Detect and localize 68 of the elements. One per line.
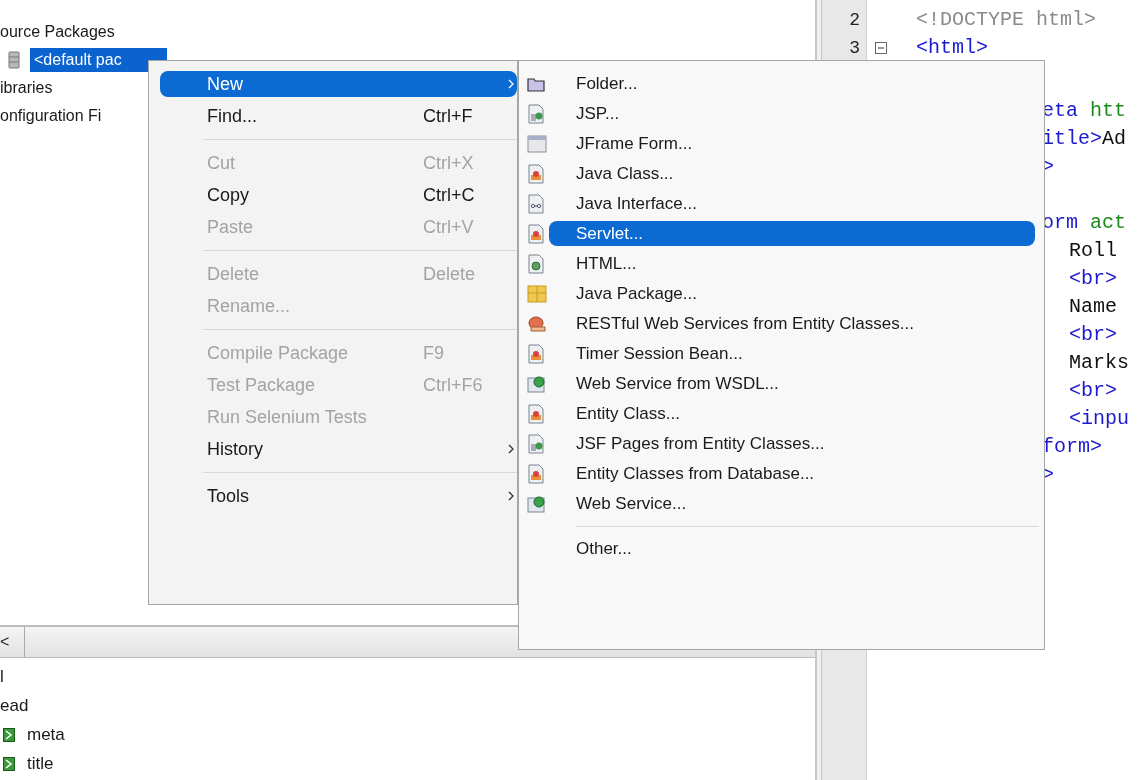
menu-item[interactable]: Timer Session Bean... [523, 341, 1035, 366]
shortcut-label: F9 [423, 342, 444, 364]
class-file-icon [527, 343, 545, 364]
element-icon [3, 756, 15, 771]
interface-file-icon [527, 193, 545, 214]
code-line: Roll [1069, 238, 1118, 264]
package-icon [8, 51, 20, 69]
menu-item[interactable]: Web Service from WSDL... [523, 371, 1035, 396]
menu-item[interactable]: History [160, 436, 517, 462]
menu-item[interactable]: Other... [523, 536, 1035, 561]
menu-item[interactable]: Find... Ctrl+F [160, 103, 517, 129]
menu-item[interactable]: RESTful Web Services from Entity Classes... [523, 311, 1035, 336]
class-file-icon [527, 163, 545, 184]
navigator-item[interactable]: meta [27, 724, 65, 745]
code-line: Marks [1069, 350, 1130, 376]
globe-icon [527, 374, 547, 393]
html-file-icon [527, 253, 545, 274]
window-icon [527, 134, 547, 153]
menu-item[interactable]: JFrame Form... [523, 131, 1035, 156]
globe-icon [527, 494, 547, 513]
tree-item[interactable]: ibraries [0, 77, 57, 99]
scroll-left-button[interactable]: < [0, 627, 25, 657]
menu-item[interactable]: Java Interface... [523, 191, 1035, 216]
code-line: form> [1042, 434, 1103, 460]
menu-item[interactable]: New [160, 71, 517, 97]
menu-item[interactable]: Copy Ctrl+C [160, 182, 517, 208]
class-file-icon [527, 223, 545, 244]
code-line: <!DOCTYPE html> [915, 7, 1098, 33]
menu-item[interactable]: Java Class... [523, 161, 1035, 186]
shortcut-label: Ctrl+V [423, 216, 474, 238]
menu-item[interactable]: Java Package... [523, 281, 1035, 306]
code-line: <html> [915, 35, 989, 61]
shortcut-label: Ctrl+F [423, 105, 473, 127]
code-line: Name [1069, 294, 1118, 320]
line-number: 3 [848, 37, 861, 60]
code-line: itle>Ad [1042, 126, 1128, 152]
menu-item[interactable]: JSF Pages from Entity Classes... [523, 431, 1035, 456]
menu-item[interactable]: HTML... [523, 251, 1035, 276]
element-icon [3, 727, 15, 742]
code-line: <br> [1069, 322, 1118, 348]
package-icon [527, 284, 547, 303]
tree-item[interactable]: onfiguration Fi [0, 105, 106, 127]
code-line: <br> [1069, 378, 1118, 404]
tree-item[interactable]: <default pac [30, 48, 167, 72]
class-file-icon [527, 403, 545, 424]
menu-item[interactable]: Folder... [523, 71, 1035, 96]
shortcut-label: Ctrl+C [423, 184, 475, 206]
folder-icon [527, 75, 545, 92]
navigator-item[interactable]: ead [0, 695, 29, 716]
document-icon [527, 103, 545, 124]
menu-item[interactable]: Entity Class... [523, 401, 1035, 426]
shortcut-label: Ctrl+F6 [423, 374, 483, 396]
code-line: <inpu [1069, 406, 1130, 432]
document-icon [527, 433, 545, 454]
shortcut-label: Delete [423, 263, 476, 285]
menu-item[interactable]: Servlet... [523, 221, 1035, 246]
tree-item[interactable]: ource Packages [0, 21, 119, 43]
menu-item[interactable]: Entity Classes from Database... [523, 461, 1035, 486]
navigator-item[interactable]: title [27, 753, 54, 774]
shortcut-label: Ctrl+X [423, 152, 474, 174]
code-line: <br> [1069, 266, 1118, 292]
class-file-icon [527, 463, 545, 484]
navigator-item[interactable]: l [0, 666, 4, 687]
menu-item[interactable]: JSP... [523, 101, 1035, 126]
line-number: 2 [848, 9, 861, 32]
menu-item[interactable]: Web Service... [523, 491, 1035, 516]
menu-item[interactable]: Tools [160, 483, 517, 509]
hand-icon [527, 314, 547, 333]
